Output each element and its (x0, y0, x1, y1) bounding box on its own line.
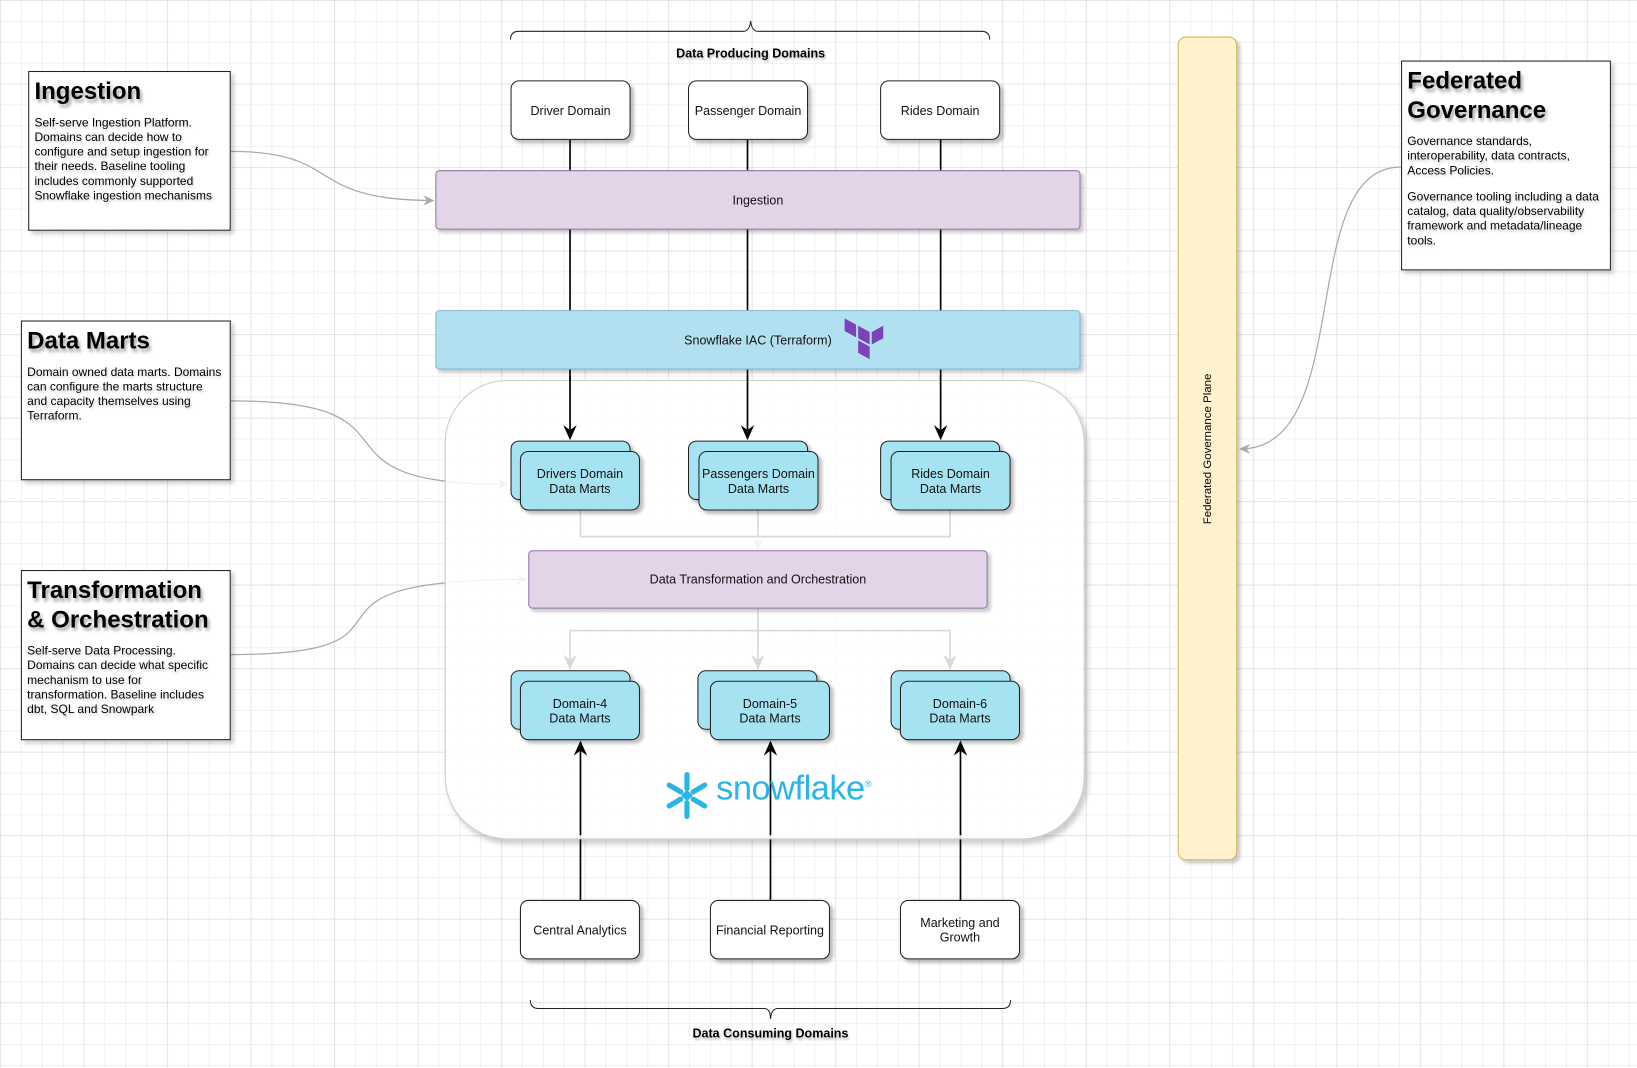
mart-subtitle: Data Marts (549, 480, 611, 496)
snowflake-wordmark: snowflake® (716, 768, 871, 808)
note-transformation: Transformation & Orchestration Self-serve… (20, 570, 231, 741)
mart-title: Domain-6 (932, 695, 988, 711)
note-body: Governance tooling including a data cata… (1407, 191, 1599, 248)
note-data-marts: Data Marts Domain owned data marts. Domai… (20, 320, 231, 481)
rides-data-marts[interactable]: Rides Domain Data Marts (890, 451, 1011, 511)
passenger-domain-node[interactable]: Passenger Domain (687, 80, 809, 140)
passengers-data-marts[interactable]: Passengers Domain Data Marts (698, 451, 819, 511)
registered-mark: ® (864, 778, 872, 790)
consuming-domains-label: Data Consuming Domains (692, 1026, 849, 1041)
consuming-brace (529, 1000, 1012, 1019)
note-body: Self-serve Data Processing. Domains can … (27, 645, 209, 717)
mart-subtitle: Data Marts (727, 480, 790, 496)
note-governance-link (1239, 166, 1402, 454)
note-title: Federated Governance (1407, 66, 1547, 124)
snowflake-wordmark-text: snowflake (716, 768, 865, 808)
note-title: Ingestion (34, 77, 142, 105)
domain5-data-marts[interactable]: Domain-5 Data Marts (709, 680, 830, 741)
note-body: Governance standards, interoperability, … (1407, 135, 1570, 178)
producing-brace (509, 20, 991, 40)
mart-title: Rides Domain (911, 466, 990, 481)
snowflake-logo-icon (666, 772, 708, 820)
rides-domain-node[interactable]: Rides Domain (880, 80, 1001, 140)
mart-title: Drivers Domain (536, 466, 624, 481)
central-analytics-node[interactable]: Central Analytics (519, 899, 640, 960)
transformation-layer[interactable]: Data Transformation and Orchestration (528, 550, 988, 609)
note-body: Self-serve Ingestion Platform. Domains c… (34, 116, 212, 203)
node-line: Marketing and (920, 915, 1000, 930)
mart-title: Passengers Domain (702, 466, 815, 481)
domain6-data-marts[interactable]: Domain-6 Data Marts (899, 680, 1020, 741)
node-line: Growth (939, 929, 981, 945)
producing-domains-label: Data Producing Domains (676, 45, 826, 61)
note-body: Domain owned data marts. Domains can con… (27, 366, 222, 423)
drivers-data-marts[interactable]: Drivers Domain Data Marts (519, 451, 640, 511)
mart-title: Domain-4 (552, 695, 608, 711)
mart-subtitle: Data Marts (549, 710, 611, 726)
governance-plane-label: Federated Governance Plane (1201, 373, 1214, 524)
diagram-canvas: Data Producing Domains Driver Domain Pas… (0, 0, 1637, 1068)
note-federated-governance: Federated Governance Governance standards… (1401, 60, 1611, 271)
mart-subtitle: Data Marts (919, 480, 982, 496)
iac-label: Snowflake IAC (Terraform) (684, 332, 832, 348)
note-ingestion: Ingestion Self-serve Ingestion Platform. … (28, 70, 231, 231)
note-ingestion-link (230, 150, 435, 206)
ingestion-layer[interactable]: Ingestion (435, 170, 1081, 230)
driver-domain-node[interactable]: Driver Domain (510, 80, 631, 140)
mart-subtitle: Data Marts (739, 710, 801, 726)
mart-title: Domain-5 (742, 695, 798, 711)
snowflake-iac-layer[interactable]: Snowflake IAC (Terraform) (435, 310, 1081, 370)
federated-governance-plane[interactable]: Federated Governance Plane (1177, 36, 1238, 861)
marketing-growth-node[interactable]: Marketing and Growth (899, 899, 1020, 960)
note-title: Transformation & Orchestration (27, 576, 209, 633)
mart-subtitle: Data Marts (929, 710, 991, 726)
domain4-data-marts[interactable]: Domain-4 Data Marts (519, 680, 640, 741)
terraform-logo-icon (844, 318, 884, 360)
note-title: Data Marts (27, 326, 150, 354)
financial-reporting-node[interactable]: Financial Reporting (709, 899, 830, 960)
